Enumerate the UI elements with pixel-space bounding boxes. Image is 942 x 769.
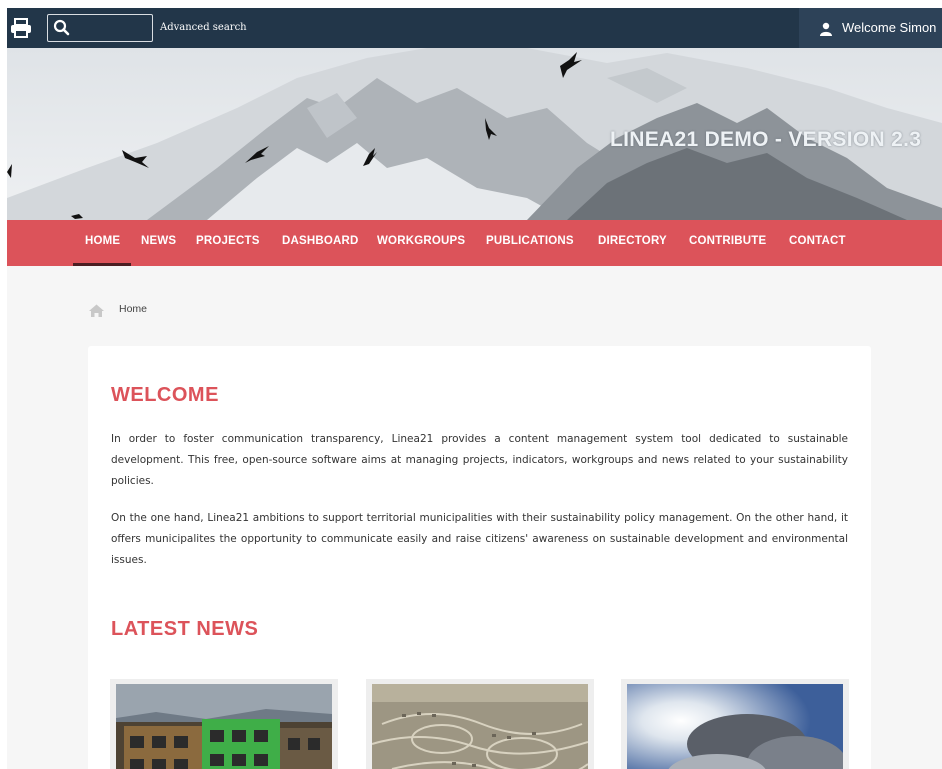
nav-item-home[interactable]: HOME xyxy=(85,235,120,247)
news-thumbnail[interactable] xyxy=(621,679,849,769)
green-building-photo xyxy=(116,684,332,769)
site-title: LINEA21 DEMO - VERSION 2.3 xyxy=(610,128,922,151)
home-icon[interactable] xyxy=(89,302,104,317)
user-icon xyxy=(819,21,833,36)
user-menu[interactable]: Welcome Simon xyxy=(799,8,942,48)
suburb-aerial-photo xyxy=(372,684,588,769)
nav-item-publications[interactable]: PUBLICATIONS xyxy=(486,235,574,247)
breadcrumb-home[interactable]: Home xyxy=(119,303,147,315)
advanced-search-link[interactable]: Advanced search xyxy=(160,22,247,33)
news-thumbnail[interactable] xyxy=(110,679,338,769)
main-navigation: HOME NEWS PROJECTS DASHBOARD WORKGROUPS … xyxy=(7,220,942,266)
welcome-user-text[interactable]: Welcome Simon xyxy=(842,20,936,35)
nav-item-contact[interactable]: CONTACT xyxy=(789,235,846,247)
nav-item-news[interactable]: NEWS xyxy=(141,235,176,247)
app-frame: Advanced search Welcome Simon LINEA21 DE… xyxy=(7,8,942,769)
latest-news-title: LATEST NEWS xyxy=(111,618,259,640)
nav-item-projects[interactable]: PROJECTS xyxy=(196,235,260,247)
welcome-paragraph-1: In order to foster communication transpa… xyxy=(111,433,848,487)
search-input[interactable] xyxy=(74,18,152,40)
nav-item-directory[interactable]: DIRECTORY xyxy=(598,235,667,247)
welcome-title: WELCOME xyxy=(111,384,219,406)
search-box[interactable] xyxy=(47,14,153,42)
nav-item-contribute[interactable]: CONTRIBUTE xyxy=(689,235,766,247)
welcome-paragraph-2: On the one hand, Linea21 ambitions to su… xyxy=(111,512,848,566)
printer-icon[interactable] xyxy=(10,18,32,38)
nav-item-dashboard[interactable]: DASHBOARD xyxy=(282,235,359,247)
main-content-card: WELCOME In order to foster communication… xyxy=(88,346,871,769)
clouds-sky-photo xyxy=(627,684,843,769)
nav-item-workgroups[interactable]: WORKGROUPS xyxy=(377,235,465,247)
active-nav-indicator xyxy=(73,263,131,266)
top-bar: Advanced search Welcome Simon xyxy=(7,8,942,48)
search-icon[interactable] xyxy=(53,19,71,37)
header-banner: LINEA21 DEMO - VERSION 2.3 xyxy=(7,48,942,220)
news-thumbnail[interactable] xyxy=(366,679,594,769)
